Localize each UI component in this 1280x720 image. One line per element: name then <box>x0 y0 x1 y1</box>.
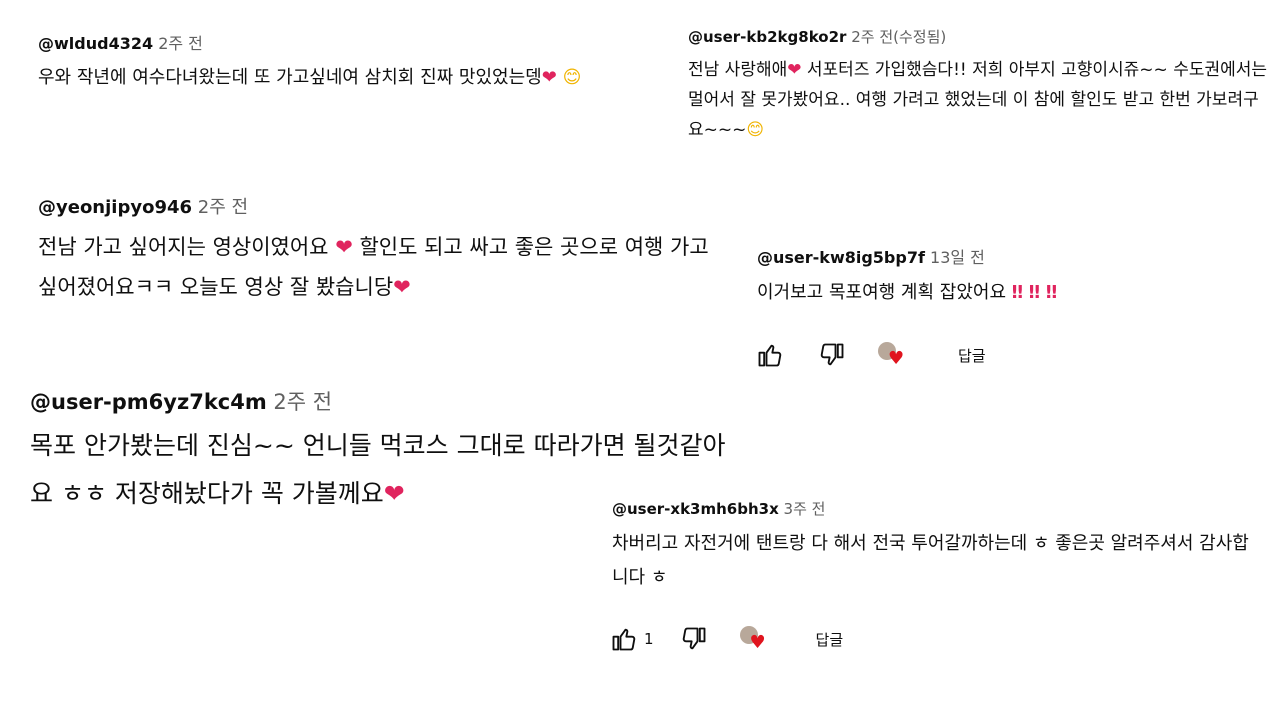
comment-time[interactable]: 2주 전 <box>273 390 332 414</box>
creator-heart-badge: ♥ <box>876 340 910 370</box>
comment-actions: ♥ 답글 <box>756 340 986 370</box>
comment-time[interactable]: 3주 전 <box>784 500 826 518</box>
heart-emoji: ❤ <box>393 275 411 299</box>
smile-emoji: 😊 <box>746 120 765 140</box>
heart-emoji: ❤ <box>383 479 405 508</box>
reply-button[interactable]: 답글 <box>958 345 986 366</box>
heart-emoji: ❤ <box>787 60 802 80</box>
comment-yeonjipyo946: @yeonjipyo946 2주 전 전남 가고 싶어지는 영상이였어요 ❤ 할… <box>38 193 718 307</box>
comment-xk3mh6bh3x: @user-xk3mh6bh3x 3주 전 차버리고 자전거에 탠트랑 다 해서… <box>612 498 1262 595</box>
comment-text: 차버리고 자전거에 탠트랑 다 해서 전국 투어갈까하는데 ㅎ 좋은곳 알려주셔… <box>612 533 1249 588</box>
comment-actions: 1 ♥ 답글 <box>610 624 843 654</box>
comment-author[interactable]: @wldud4324 <box>38 34 153 53</box>
comment-wldud4324: @wldud4324 2주 전 우와 작년에 여수다녀왔는데 또 가고싶네여 삼… <box>38 30 658 94</box>
comment-time[interactable]: 2주 전 <box>198 197 248 218</box>
dislike-icon[interactable] <box>818 341 846 369</box>
heart-emoji: ❤ <box>335 235 353 259</box>
heart-emoji: ❤ <box>541 67 557 88</box>
comment-author[interactable]: @user-xk3mh6bh3x <box>612 500 779 518</box>
comment-text: 전남 사랑해애❤ 서포터즈 가입했슴다!! 저희 아부지 고향이시쥬~~ 수도권… <box>688 60 1268 140</box>
heart-icon: ♥ <box>888 348 905 369</box>
comment-author[interactable]: @yeonjipyo946 <box>38 197 192 218</box>
smile-emoji: 😊 <box>562 67 582 88</box>
comment-time[interactable]: 13일 전 <box>930 248 985 267</box>
like-icon[interactable] <box>610 625 638 653</box>
heart-icon: ♥ <box>749 632 766 653</box>
comment-author[interactable]: @user-kw8ig5bp7f <box>757 248 925 267</box>
like-icon[interactable] <box>756 341 784 369</box>
reply-button[interactable]: 답글 <box>816 629 844 650</box>
comment-text: 우와 작년에 여수다녀왔는데 또 가고싶네여 삼치회 진짜 맛있었는뎅❤ 😊 <box>38 67 582 88</box>
double-exclamation-emoji: ‼ <box>1011 282 1024 303</box>
comment-time[interactable]: 2주 전(수정됨) <box>851 28 946 46</box>
comment-kw8ig5bp7f: @user-kw8ig5bp7f 13일 전 이거보고 목포여행 계획 잡았어요… <box>757 244 1267 308</box>
double-exclamation-emoji: ‼ <box>1045 282 1058 303</box>
creator-heart-badge: ♥ <box>738 624 772 654</box>
comment-author[interactable]: @user-kb2kg8ko2r <box>688 28 846 46</box>
comment-author[interactable]: @user-pm6yz7kc4m <box>30 390 267 414</box>
like-count: 1 <box>644 630 654 648</box>
comment-time[interactable]: 2주 전 <box>158 34 203 53</box>
dislike-icon[interactable] <box>680 625 708 653</box>
comment-kb2kg8ko2r: @user-kb2kg8ko2r 2주 전(수정됨) 전남 사랑해애❤ 서포터즈… <box>688 26 1268 145</box>
comment-text: 이거보고 목포여행 계획 잡았어요 ‼ ‼ ‼ <box>757 282 1058 303</box>
comment-text: 전남 가고 싶어지는 영상이였어요 ❤ 할인도 되고 싸고 좋은 곳으로 여행 … <box>38 235 709 299</box>
double-exclamation-emoji: ‼ <box>1028 282 1041 303</box>
